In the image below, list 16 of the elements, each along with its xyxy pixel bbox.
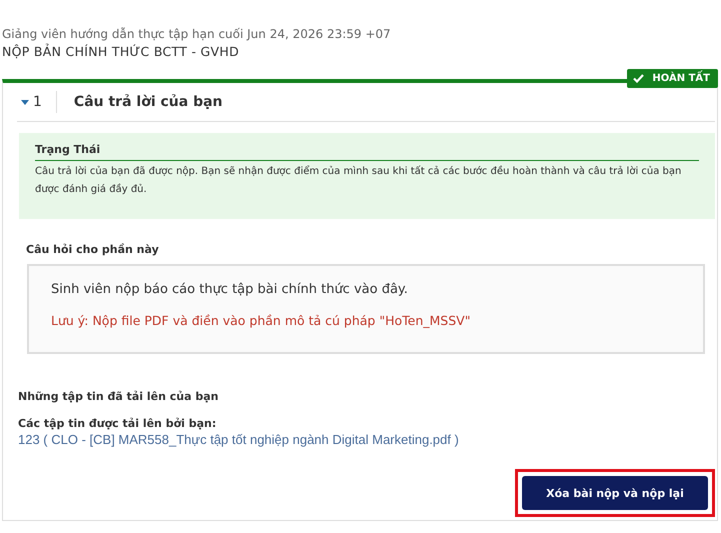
question-note: Lưu ý: Nộp file PDF và điền vào phần mô tả cú pháp "HoTen_MSSV" xyxy=(51,313,472,328)
status-heading: Trạng Thái xyxy=(35,143,699,161)
question-text: Sinh viên nộp báo cáo thực tập bài chính thức vào đây. xyxy=(51,282,409,297)
step-title[interactable]: Câu trả lời của bạn xyxy=(56,94,223,110)
caret-icon[interactable] xyxy=(21,100,29,104)
status-badge: HOÀN TẤT xyxy=(627,69,718,88)
deadline-text: Giảng viên hướng dẫn thực tập hạn cuối Jun 24, 2026 23:59 +07 xyxy=(2,26,392,43)
file-link[interactable]: 123 ( CLO - [CB] MAR558_Thực tập tốt nghiệp ngành Digital Marketing.pdf ) xyxy=(18,432,715,447)
files-label: Các tập tin được tải lên bởi bạn: xyxy=(18,417,218,430)
status-text: Câu trả lời của bạn đã được nộp. Bạn sẽ nhận được điểm của mình sau khi tất cả các bước đều hoàn thành và câu trả lời của bạn được đánh giá đầy đủ. xyxy=(35,164,682,197)
question-label: Câu hỏi cho phần này xyxy=(26,243,160,256)
check-icon xyxy=(633,74,644,83)
step-number: 1 xyxy=(33,94,42,110)
files-heading: Những tập tin đã tải lên của bạn xyxy=(18,390,220,403)
assignment-title: NỘP BẢN CHÍNH THỨC BCTT - GVHD xyxy=(2,43,240,61)
resubmit-button[interactable]: Xóa bài nộp và nộp lại xyxy=(522,476,708,510)
